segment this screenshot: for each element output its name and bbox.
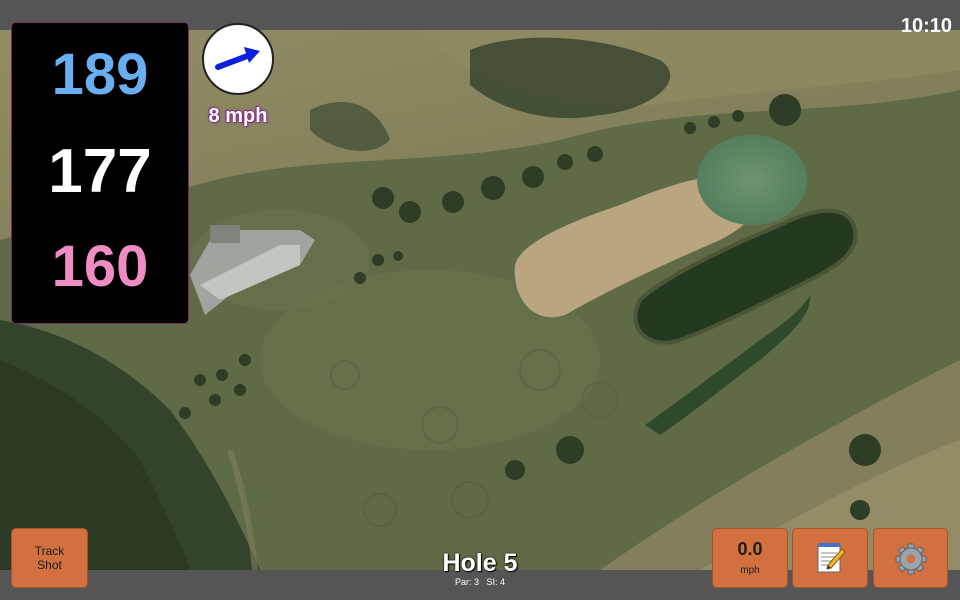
speed-unit: mph: [740, 565, 760, 576]
distance-back: 189: [51, 42, 149, 107]
wind-indicator: [202, 23, 274, 95]
si-value: 4: [500, 577, 506, 587]
distance-front: 160: [51, 234, 149, 299]
speed-value: 0.0: [737, 539, 763, 559]
clock: 10:10: [900, 15, 952, 37]
distance-panel: 189 177 160: [11, 22, 189, 324]
wind-direction-arrow-icon: [215, 47, 260, 70]
notes-button[interactable]: [792, 528, 868, 588]
settings-button[interactable]: [873, 528, 948, 588]
speed-button[interactable]: 0.0 mph: [712, 528, 788, 588]
par-value: 3: [473, 577, 479, 587]
hole-info: Par: 3 SI: 4: [400, 577, 560, 588]
golf-gps-screen: 10:10 189 177 160 8 mph Track Shot Hole …: [0, 0, 960, 600]
track-shot-button[interactable]: Track Shot: [11, 528, 88, 588]
track-shot-label: Track Shot: [34, 544, 65, 572]
distance-middle: 177: [48, 137, 152, 206]
hole-title: Hole 5: [442, 549, 518, 577]
wind-speed: 8 mph: [208, 105, 268, 127]
par-label: Par:: [454, 577, 472, 587]
si-label: SI:: [486, 577, 498, 587]
notepad-pencil-icon: [817, 543, 846, 573]
gear-icon: [895, 543, 927, 575]
